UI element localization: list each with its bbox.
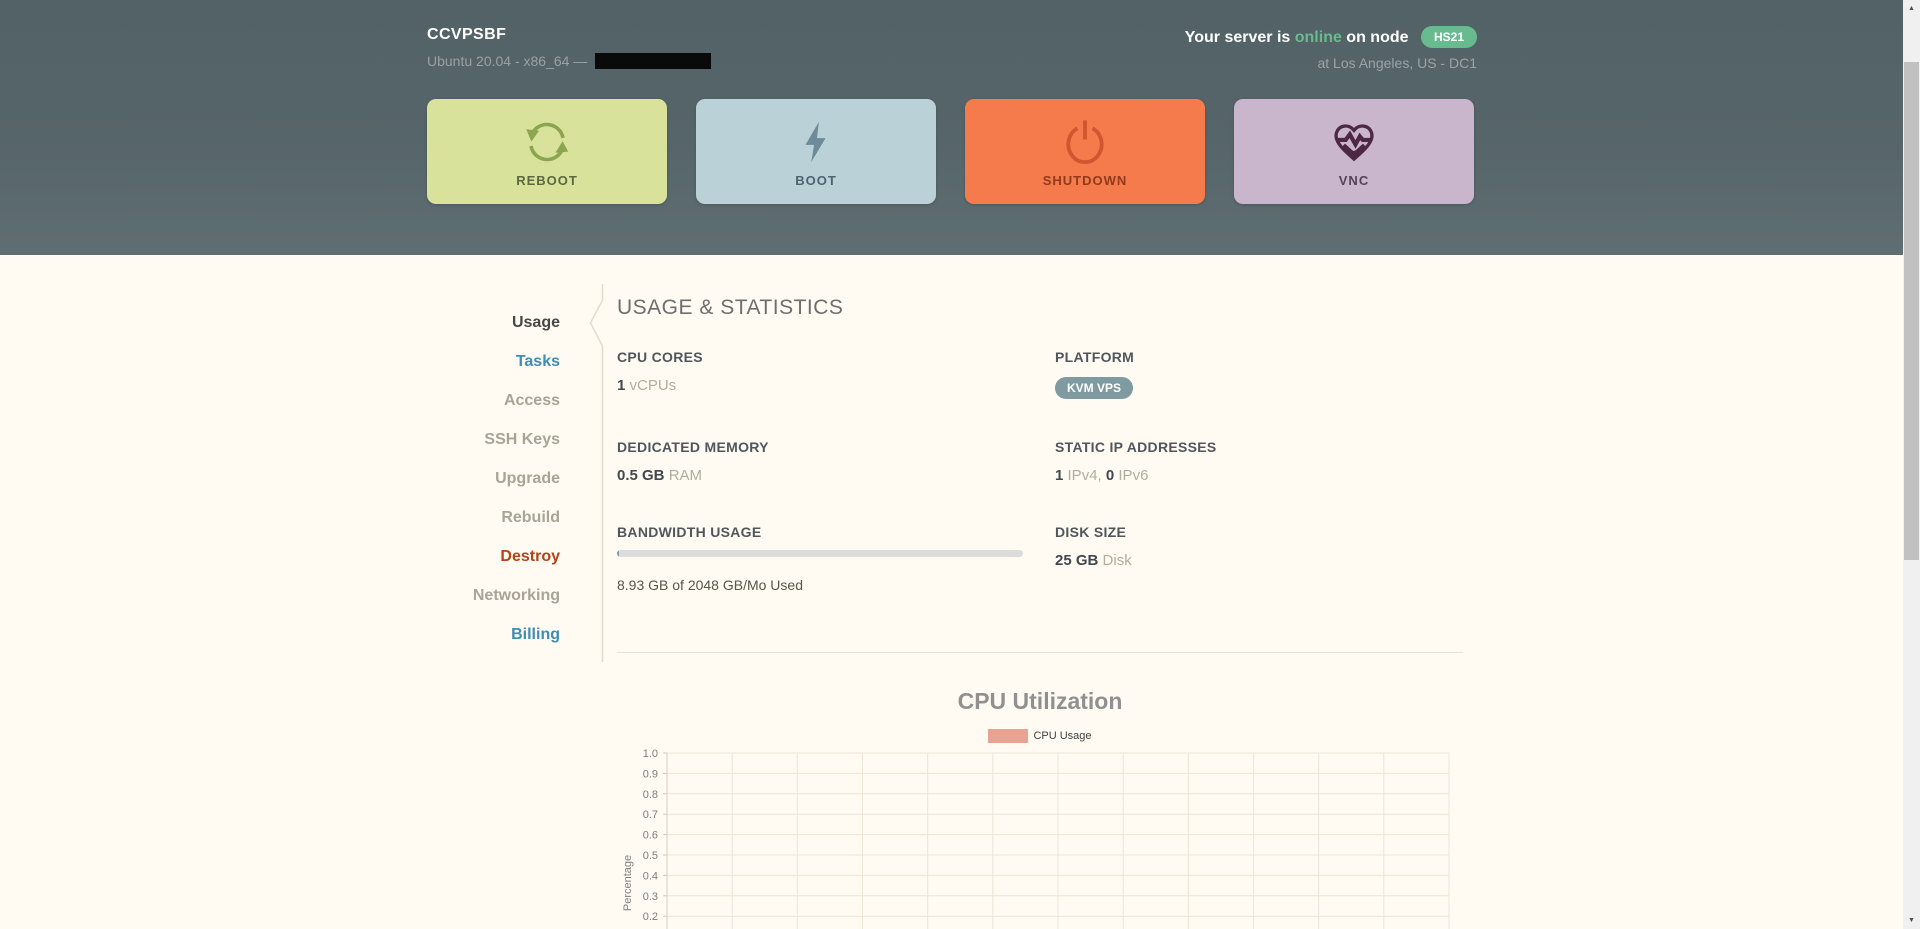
server-os-text: Ubuntu 20.04 - x86_64 — bbox=[427, 53, 588, 69]
svg-text:0.2: 0.2 bbox=[643, 911, 658, 923]
shutdown-button-label: SHUTDOWN bbox=[1042, 172, 1128, 188]
stat-ips: STATIC IP ADDRESSES 1 IPv4, 0 IPv6 bbox=[1055, 439, 1463, 484]
disk-unit: Disk bbox=[1102, 552, 1132, 569]
node-badge: HS21 bbox=[1420, 26, 1477, 48]
stat-memory-label: DEDICATED MEMORY bbox=[617, 439, 769, 455]
vnc-button-label: VNC bbox=[1338, 172, 1370, 188]
boot-button-label: BOOT bbox=[795, 172, 837, 188]
scrollbar-down-button[interactable]: ▼ bbox=[1903, 912, 1920, 929]
stat-memory: DEDICATED MEMORY 0.5 GB RAM bbox=[617, 439, 1055, 484]
usage-panel: USAGE & STATISTICS CPU CORES 1 vCPUs PLA… bbox=[617, 296, 1463, 929]
main-content: Usage Tasks Access SSH Keys Upgrade Rebu… bbox=[427, 255, 1477, 929]
scrollbar[interactable]: ▲ ▼ bbox=[1903, 0, 1920, 929]
stat-ips-label: STATIC IP ADDRESSES bbox=[1055, 439, 1217, 455]
sidebar-item-tasks[interactable]: Tasks bbox=[427, 342, 560, 381]
svg-text:Percentage: Percentage bbox=[622, 855, 634, 911]
sidebar-item-usage[interactable]: Usage bbox=[427, 303, 560, 342]
sidebar-item-billing[interactable]: Billing bbox=[427, 615, 560, 654]
legend-swatch bbox=[988, 729, 1029, 743]
scrollbar-up-button[interactable]: ▲ bbox=[1903, 0, 1920, 17]
memory-unit: RAM bbox=[668, 467, 703, 484]
ipv4-value: 1 bbox=[1055, 467, 1064, 484]
svg-text:0.6: 0.6 bbox=[643, 830, 658, 842]
stat-disk: DISK SIZE 25 GB Disk bbox=[1055, 524, 1463, 593]
heart-pulse-icon bbox=[1329, 116, 1379, 168]
legend-label: CPU Usage bbox=[1033, 730, 1092, 742]
status-line: Your server is online on node HS21 bbox=[1185, 26, 1477, 48]
disk-value: 25 GB bbox=[1055, 552, 1099, 569]
server-name: CCVPSBF bbox=[427, 26, 507, 43]
stat-bandwidth: BANDWIDTH USAGE 8.93 GB of 2048 GB/Mo Us… bbox=[617, 524, 1055, 593]
stat-cpu-cores: CPU CORES 1 vCPUs bbox=[617, 349, 1055, 399]
chart-legend: CPU Usage bbox=[617, 729, 1463, 743]
sidebar-item-rebuild[interactable]: Rebuild bbox=[427, 498, 560, 537]
svg-text:0.9: 0.9 bbox=[643, 768, 658, 780]
scrollbar-thumb[interactable] bbox=[1904, 62, 1919, 560]
power-icon bbox=[1060, 116, 1110, 168]
bandwidth-caption: 8.93 GB of 2048 GB/Mo Used bbox=[617, 577, 803, 593]
bandwidth-progressbar bbox=[617, 550, 1023, 557]
bandwidth-progress-fill bbox=[617, 550, 619, 557]
stat-platform: PLATFORM KVM VPS bbox=[1055, 349, 1463, 399]
reboot-button[interactable]: REBOOT bbox=[427, 99, 667, 204]
platform-badge: KVM VPS bbox=[1055, 377, 1134, 399]
cpu-value: 1 bbox=[617, 377, 626, 394]
lightning-bolt-icon bbox=[793, 116, 839, 168]
stat-cpu-label: CPU CORES bbox=[617, 349, 703, 365]
reboot-button-label: REBOOT bbox=[516, 172, 578, 188]
svg-text:0.4: 0.4 bbox=[643, 870, 658, 882]
sidebar-item-upgrade[interactable]: Upgrade bbox=[427, 459, 560, 498]
server-identity: CCVPSBF Ubuntu 20.04 - x86_64 — bbox=[427, 26, 712, 69]
sidebar-item-networking[interactable]: Networking bbox=[427, 576, 560, 615]
svg-text:1.0: 1.0 bbox=[643, 748, 658, 760]
refresh-icon bbox=[523, 116, 571, 168]
boot-button[interactable]: BOOT bbox=[696, 99, 936, 204]
server-os-meta: Ubuntu 20.04 - x86_64 — bbox=[427, 53, 712, 69]
redacted-server-id bbox=[595, 53, 712, 69]
stat-bandwidth-label: BANDWIDTH USAGE bbox=[617, 524, 762, 540]
cpu-utilization-chart: 1.00.90.80.70.60.50.40.30.20.10.0Percent… bbox=[622, 748, 1450, 929]
stat-platform-label: PLATFORM bbox=[1055, 349, 1135, 365]
shutdown-button[interactable]: SHUTDOWN bbox=[965, 99, 1205, 204]
sidebar-item-destroy[interactable]: Destroy bbox=[427, 537, 560, 576]
ipv6-unit: IPv6 bbox=[1118, 467, 1149, 484]
vnc-button[interactable]: VNC bbox=[1234, 99, 1474, 204]
sidebar-item-ssh-keys[interactable]: SSH Keys bbox=[427, 420, 560, 459]
section-divider bbox=[617, 652, 1463, 653]
page-title: USAGE & STATISTICS bbox=[617, 296, 844, 319]
stat-disk-label: DISK SIZE bbox=[1055, 524, 1127, 540]
status-infix: on node bbox=[1341, 29, 1409, 46]
chart-title: CPU Utilization bbox=[957, 688, 1123, 714]
status-prefix: Your server is bbox=[1184, 29, 1295, 46]
server-actions: REBOOT BOOT SHUTDOWN VNC bbox=[427, 99, 1474, 204]
memory-value: 0.5 GB bbox=[617, 467, 665, 484]
svg-text:0.7: 0.7 bbox=[643, 809, 658, 821]
svg-text:0.3: 0.3 bbox=[643, 891, 658, 903]
cpu-unit: vCPUs bbox=[629, 377, 677, 394]
sidebar-item-access[interactable]: Access bbox=[427, 381, 560, 420]
sidebar-nav: Usage Tasks Access SSH Keys Upgrade Rebu… bbox=[427, 284, 604, 929]
ipv6-value: 0 bbox=[1105, 467, 1115, 484]
server-location: at Los Angeles, US - DC1 bbox=[1317, 55, 1477, 71]
svg-text:0.8: 0.8 bbox=[643, 789, 658, 801]
status-state: online bbox=[1294, 29, 1342, 46]
ipv4-unit: IPv4, bbox=[1067, 467, 1102, 484]
sidebar-divider-notch bbox=[589, 284, 604, 662]
server-header: CCVPSBF Ubuntu 20.04 - x86_64 — Your ser… bbox=[0, 0, 1920, 255]
svg-text:0.5: 0.5 bbox=[643, 850, 658, 862]
server-status: Your server is online on node HS21 at Lo… bbox=[1185, 26, 1477, 71]
